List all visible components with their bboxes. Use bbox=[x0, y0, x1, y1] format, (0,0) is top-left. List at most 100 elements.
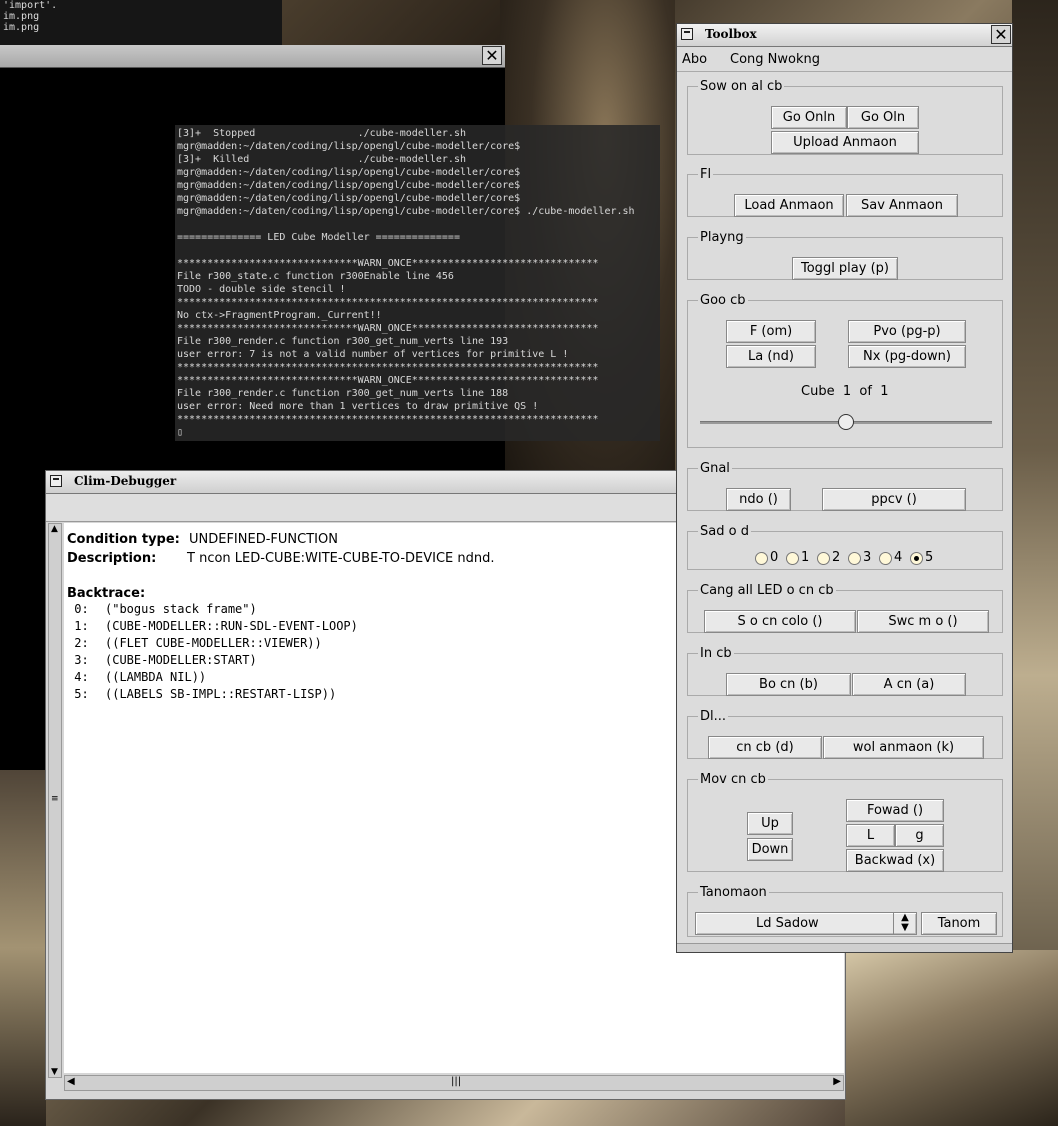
cube-counter-of: of bbox=[859, 384, 872, 399]
group-legend: Mov cn cb bbox=[700, 772, 766, 787]
save-animation-button[interactable]: Sav Anmaon bbox=[846, 194, 958, 217]
group-legend: Sad o d bbox=[700, 524, 749, 539]
last-cube-button[interactable]: La (nd) bbox=[726, 345, 816, 368]
insert-before-button[interactable]: Bo cn (b) bbox=[726, 673, 851, 696]
shadow-radio-1[interactable] bbox=[786, 552, 799, 565]
horizontal-scrollbar[interactable]: ◀ ||| ▶ bbox=[64, 1075, 844, 1091]
terminal-line: File r300_render.c function r300_get_num… bbox=[177, 336, 509, 347]
go-online-button[interactable]: Go Onln bbox=[771, 106, 847, 129]
terminal-line: mgr@madden:~/daten/coding/lisp/opengl/cu… bbox=[177, 193, 521, 204]
frame-text: ((FLET CUBE-MODELLER::VIEWER)) bbox=[105, 636, 322, 650]
terminal-close-button[interactable]: ✕ bbox=[482, 46, 502, 65]
window-menu-icon[interactable] bbox=[681, 28, 693, 40]
backtrace-label: Backtrace: bbox=[67, 586, 146, 601]
menu-about[interactable]: Abo bbox=[682, 52, 707, 67]
terminal-line: ============== LED Cube Modeller =======… bbox=[177, 232, 460, 243]
insert-after-button[interactable]: A cn (a) bbox=[852, 673, 966, 696]
backtrace-frame[interactable]: 1: (CUBE-MODELLER::RUN-SDL-EVENT-LOOP) bbox=[67, 619, 358, 636]
frame-number: 1: bbox=[67, 619, 89, 633]
previous-cube-button[interactable]: Pvo (pg-p) bbox=[848, 320, 966, 343]
shadow-radio-2[interactable] bbox=[817, 552, 830, 565]
move-up-button[interactable]: Up bbox=[747, 812, 793, 835]
delete-whole-animation-button[interactable]: wol anmaon (k) bbox=[823, 736, 984, 759]
shadow-radio-label: 4 bbox=[894, 550, 903, 565]
shadow-radio-label: 0 bbox=[770, 550, 779, 565]
next-cube-button[interactable]: Nx (pg-down) bbox=[848, 345, 966, 368]
delete-cube-button[interactable]: cn cb (d) bbox=[708, 736, 822, 759]
group-legend: Fl bbox=[700, 167, 712, 182]
toolbox-close-button[interactable]: ✕ bbox=[991, 25, 1011, 44]
toolbox-title: Toolbox bbox=[705, 27, 757, 41]
backtrace-frame[interactable]: 2: ((FLET CUBE-MODELLER::VIEWER)) bbox=[67, 636, 358, 653]
transform-button[interactable]: Tanom bbox=[921, 912, 997, 935]
scroll-right-icon[interactable]: ▶ bbox=[833, 1076, 841, 1087]
shadow-radio-0[interactable] bbox=[755, 552, 768, 565]
transformation-select-value: Ld Sadow bbox=[756, 916, 819, 931]
toolbox-resize-bar[interactable] bbox=[677, 943, 1012, 952]
move-backward-button[interactable]: Backwad (x) bbox=[846, 849, 944, 872]
show-cube-group: Sow on al cb Go Onln Go Oln Upload Anmao… bbox=[687, 79, 1003, 155]
cube-counter-total: 1 bbox=[880, 384, 889, 399]
scroll-left-icon[interactable]: ◀ bbox=[67, 1076, 75, 1087]
terminal-line: No ctx->FragmentProgram._Current!! bbox=[177, 310, 382, 321]
terminal-line: [3]+ Stopped ./cube-modeller.sh bbox=[177, 128, 466, 139]
vertical-scrollbar[interactable]: ▲ ≡ ▼ bbox=[48, 523, 62, 1078]
shadow-radio-label: 2 bbox=[832, 550, 841, 565]
upload-animation-button[interactable]: Upload Anmaon bbox=[771, 131, 919, 154]
terminal-titlebar[interactable]: ✕ bbox=[0, 45, 505, 68]
close-icon: ✕ bbox=[485, 46, 499, 65]
scroll-grip-icon[interactable]: ≡ bbox=[51, 794, 59, 804]
preview-button[interactable]: ppcv () bbox=[822, 488, 966, 511]
backtrace-frame[interactable]: 4: ((LAMBDA NIL)) bbox=[67, 670, 358, 687]
window-menu-icon[interactable] bbox=[50, 475, 62, 487]
change-all-group: Cang all LED o cn cb S o cn colo () Swc … bbox=[687, 583, 1003, 633]
toolbox-titlebar[interactable]: Toolbox ✕ bbox=[677, 24, 1012, 47]
backtrace-frame[interactable]: 3: (CUBE-MODELLER:START) bbox=[67, 653, 358, 670]
desktop-wallpaper-bottom bbox=[845, 950, 1058, 1126]
switch-mode-button[interactable]: Swc m o () bbox=[857, 610, 989, 633]
scroll-down-icon[interactable]: ▼ bbox=[51, 1067, 58, 1077]
terminal-line: ****************************************… bbox=[177, 297, 599, 308]
terminal-line: ******************************WARN_ONCE*… bbox=[177, 258, 599, 269]
terminal-line: ▯ bbox=[177, 427, 184, 438]
cube-counter: Cube 1 of 1 bbox=[801, 384, 888, 399]
shadow-radio-label: 3 bbox=[863, 550, 872, 565]
frame-text: (CUBE-MODELLER::RUN-SDL-EVENT-LOOP) bbox=[105, 619, 358, 633]
backtrace-frame[interactable]: 0: ("bogus stack frame") bbox=[67, 602, 358, 619]
scroll-grip-icon[interactable]: ||| bbox=[451, 1076, 461, 1087]
group-legend: In cb bbox=[700, 646, 732, 661]
description-label: Description: bbox=[67, 551, 157, 566]
background-terminal: 'import'. im.png im.png bbox=[0, 0, 282, 45]
general-group: Gnal ndo () ppcv () bbox=[687, 461, 1003, 511]
transformation-select[interactable]: Ld Sadow ▲ ▼ bbox=[695, 912, 917, 935]
debugger-title: Clim-Debugger bbox=[74, 474, 177, 488]
delete-group: Dl... cn cb (d) wol anmaon (k) bbox=[687, 709, 1003, 759]
terminal-output[interactable]: [3]+ Stopped ./cube-modeller.sh mgr@madde… bbox=[175, 125, 660, 441]
group-legend: Cang all LED o cn cb bbox=[700, 583, 834, 598]
go-offline-button[interactable]: Go Oln bbox=[847, 106, 919, 129]
move-right-button[interactable]: g bbox=[895, 824, 944, 847]
undo-button[interactable]: ndo () bbox=[726, 488, 791, 511]
cube-slider-thumb[interactable] bbox=[838, 414, 854, 430]
move-left-button[interactable]: L bbox=[846, 824, 895, 847]
shadow-radio-4[interactable] bbox=[879, 552, 892, 565]
shadow-radio-5[interactable] bbox=[910, 552, 923, 565]
move-down-button[interactable]: Down bbox=[747, 838, 793, 861]
move-forward-button[interactable]: Fowad () bbox=[846, 799, 944, 822]
backtrace-frame[interactable]: 5: ((LABELS SB-IMPL::RESTART-LISP)) bbox=[67, 687, 358, 704]
show-color-button[interactable]: S o cn colo () bbox=[704, 610, 856, 633]
backtrace-list: 0: ("bogus stack frame") 1: (CUBE-MODELLER… bbox=[67, 602, 358, 704]
scroll-up-icon[interactable]: ▲ bbox=[51, 524, 58, 534]
frame-number: 0: bbox=[67, 602, 89, 616]
toggle-play-button[interactable]: Toggl play (p) bbox=[792, 257, 898, 280]
toolbox-window[interactable]: Toolbox ✕ Abo Cong Nwokng Sow on al cb G… bbox=[676, 23, 1013, 953]
shadow-radio-3[interactable] bbox=[848, 552, 861, 565]
menu-config[interactable]: Cong Nwokng bbox=[730, 52, 820, 67]
terminal-line: File r300_state.c function r300Enable li… bbox=[177, 271, 454, 282]
file-group: Fl Load Anmaon Sav Anmaon bbox=[687, 167, 1003, 217]
load-animation-button[interactable]: Load Anmaon bbox=[734, 194, 844, 217]
first-cube-button[interactable]: F (om) bbox=[726, 320, 816, 343]
terminal-line: mgr@madden:~/daten/coding/lisp/opengl/cu… bbox=[177, 167, 521, 178]
group-legend: Dl... bbox=[700, 709, 727, 724]
